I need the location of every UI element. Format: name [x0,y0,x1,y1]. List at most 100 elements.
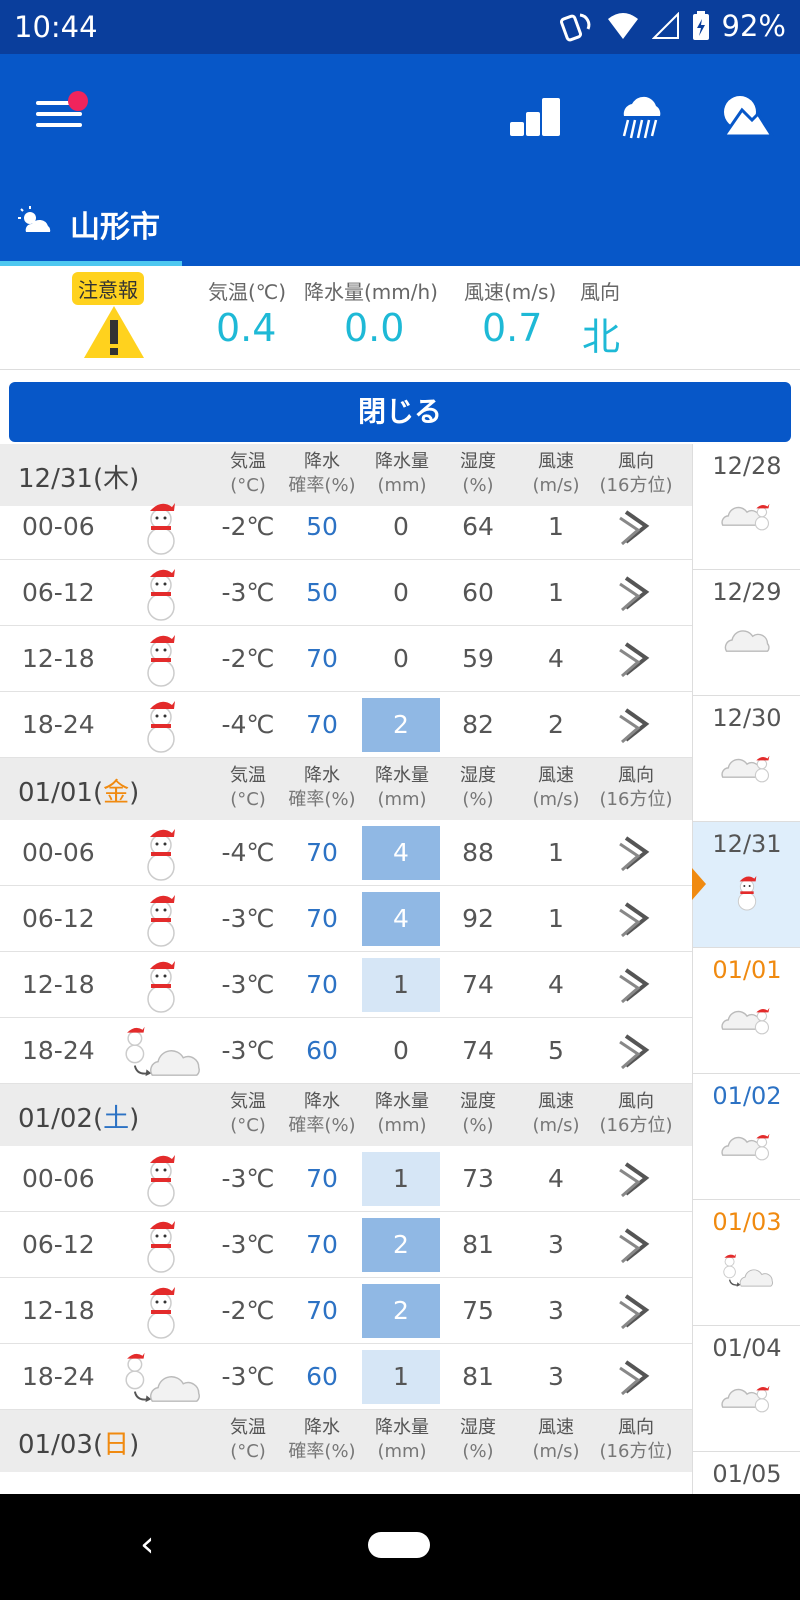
back-icon[interactable]: ‹ [140,1524,154,1565]
column-header-hum: 湿度 (%) [460,1417,496,1462]
row-wind-speed: 2 [548,710,564,739]
snowman-icon [118,562,204,624]
date-strip-item[interactable]: 12/31 [693,822,800,948]
date-strip-item[interactable]: 01/02 [693,1074,800,1200]
row-precip-amount: 2 [362,698,440,752]
snowman-icon [118,888,204,950]
row-humidity: 81 [462,1230,494,1259]
warning-icon[interactable] [82,304,146,360]
nav-bar: ‹ [0,1494,800,1600]
date-strip-date: 12/31 [712,830,782,858]
date-strip-date: 12/28 [712,452,782,480]
snowman-icon [118,628,204,690]
close-button[interactable]: 閉じる [9,382,791,442]
row-precip-amount: 4 [362,892,440,946]
snowman-icon [118,822,204,884]
row-wind-speed: 3 [548,1296,564,1325]
row-wind-speed: 3 [548,1230,564,1259]
row-precip-amount: 1 [362,1350,440,1404]
column-header-wspd: 風速 (m/s) [532,765,580,810]
date-strip-item[interactable]: 12/30 [693,696,800,822]
selected-date-arrow [692,868,706,900]
date-strip-item[interactable]: 01/05 [693,1452,800,1494]
date-strip-item[interactable]: 01/04 [693,1326,800,1452]
column-header-temp: 気温 (°C) [230,1091,266,1136]
row-precip-prob: 70 [306,970,338,999]
column-header-wdir: 風向 (16方位) [599,451,673,496]
row-wind-speed: 1 [548,578,564,607]
status-bar: 10:44 92% [0,0,800,54]
precip-label: 降水量(mm/h) [304,280,438,304]
home-button[interactable] [368,1532,430,1558]
row-wind-speed: 4 [548,644,564,673]
column-header-amt: 降水量 (mm) [375,1091,429,1136]
row-precip-prob: 50 [306,512,338,541]
row-temp: -3℃ [221,1362,275,1391]
row-precip-prob: 60 [306,1362,338,1391]
wind-speed-value: 0.7 [482,306,543,350]
column-header-wdir: 風向 (16方位) [599,1417,673,1462]
column-header-wspd: 風速 (m/s) [532,1417,580,1462]
wind-dir-value: 北 [582,315,621,359]
mountain-icon[interactable] [718,90,774,146]
row-wind-speed: 4 [548,1164,564,1193]
day-of-week: 土 [103,1104,130,1134]
row-humidity: 75 [462,1296,494,1325]
row-time: 18-24 [22,1036,95,1065]
day-date: 12/31(木) [18,464,140,494]
date-strip-item[interactable]: 01/03 [693,1200,800,1326]
column-header-amt: 降水量 (mm) [375,765,429,810]
row-humidity: 92 [462,904,494,933]
location-name: 山形市 [70,210,160,245]
temp-value: 0.4 [216,306,277,350]
day-header: 01/03(日) 気温 (°C) 降水 確率(%) 降水量 (mm) 湿度 (%) 風速 (m/s)… [0,1410,692,1472]
date-strip[interactable]: 12/28 12/29 12/30 12/31 01/01 01/02 01/0… [692,444,800,1494]
menu-button[interactable] [36,91,88,139]
column-header-amt: 降水量 (mm) [375,1417,429,1462]
forecast-row: 18-24 -3℃ 60 0 74 5 [0,1018,692,1084]
day-of-week: 金 [103,778,130,808]
precip-value: 0.0 [344,306,405,350]
row-temp: -3℃ [221,1036,275,1065]
row-precip-prob: 70 [306,644,338,673]
day-date: 01/01(金) [18,778,140,808]
forecast-row: 00-06 -2℃ 50 0 64 1 [0,494,692,560]
forecast-row: 18-24 -3℃ 60 1 81 3 [0,1344,692,1410]
row-precip-amount: 4 [362,826,440,880]
date-strip-item[interactable]: 12/29 [693,570,800,696]
forecast-row: 06-12 -3℃ 70 2 81 3 [0,1212,692,1278]
row-precip-amount: 0 [393,512,409,541]
notification-dot [68,91,88,111]
date-strip-date: 01/04 [712,1334,782,1362]
wind-direction-icon [612,1354,658,1400]
date-strip-date: 01/02 [712,1082,782,1110]
forecast-row: 12-18 -2℃ 70 2 75 3 [0,1278,692,1344]
column-header-hum: 湿度 (%) [460,451,496,496]
date-strip-item[interactable]: 12/28 [693,444,800,570]
ranking-icon[interactable] [508,90,564,146]
row-time: 06-12 [22,904,95,933]
row-time: 00-06 [22,512,95,541]
date-strip-date: 01/03 [712,1208,782,1236]
warning-badge[interactable]: 注意報 [72,272,144,305]
wind-direction-icon [612,702,658,748]
row-humidity: 60 [462,578,494,607]
forecast-table[interactable]: 12/31(木) 気温 (°C) 降水 確率(%) 降水量 (mm) 湿度 (%) 風速 (m/s)… [0,444,692,1494]
row-time: 18-24 [22,1362,95,1391]
snow-then-cloud-icon [118,1020,204,1082]
location-tab[interactable]: 山形市 [0,184,182,266]
row-temp: -3℃ [221,904,275,933]
rain-cloud-icon[interactable] [614,90,670,146]
snowman-icon [118,496,204,558]
column-header-prob: 降水 確率(%) [288,1417,356,1462]
status-time: 10:44 [14,10,98,44]
day-date: 01/03(日) [18,1430,140,1460]
date-strip-item[interactable]: 01/01 [693,948,800,1074]
wind-dir-label: 風向 [580,280,620,304]
row-humidity: 81 [462,1362,494,1391]
row-humidity: 88 [462,838,494,867]
day-header: 01/02(土) 気温 (°C) 降水 確率(%) 降水量 (mm) 湿度 (%) 風速 (m/s)… [0,1084,692,1146]
forecast-row: 12-18 -3℃ 70 1 74 4 [0,952,692,1018]
day-of-week: 木 [103,464,130,494]
wind-direction-icon [612,896,658,942]
